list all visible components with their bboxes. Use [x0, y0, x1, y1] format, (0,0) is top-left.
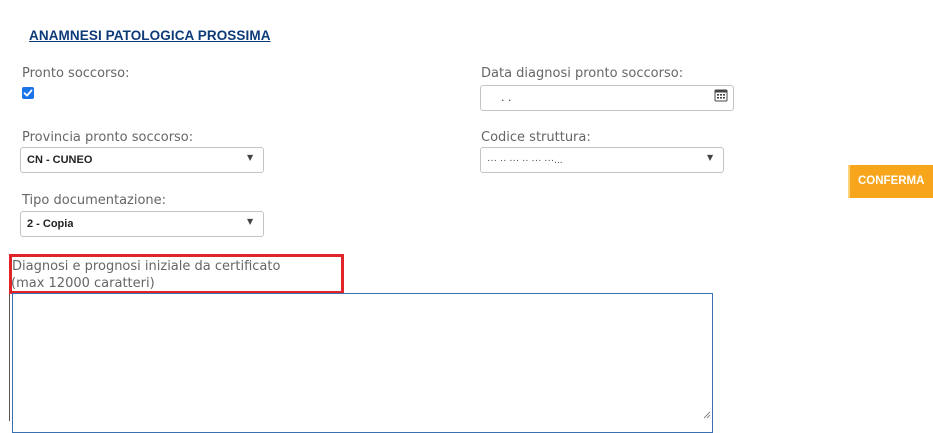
data-diagnosi-label: Data diagnosi pronto soccorso: [481, 66, 684, 81]
form-panel: ANAMNESI PATOLOGICA PROSSIMA Pronto socc… [0, 0, 933, 433]
data-diagnosi-value: . . [501, 91, 512, 104]
tipo-documentazione-select[interactable]: 2 - Copia ▼ [20, 211, 264, 237]
provincia-label: Provincia pronto soccorso: [22, 130, 194, 145]
resize-handle-icon[interactable] [703, 411, 711, 419]
tipo-documentazione-label: Tipo documentazione: [22, 193, 167, 208]
dropdown-arrow-icon: ▼ [247, 153, 254, 162]
section-title: ANAMNESI PATOLOGICA PROSSIMA [29, 28, 271, 43]
highlight-annotation [9, 254, 344, 294]
pronto-soccorso-label: Pronto soccorso: [22, 66, 130, 81]
pronto-soccorso-checkbox[interactable] [22, 87, 34, 99]
diagnosi-textarea[interactable] [12, 293, 713, 433]
codice-struttura-label: Codice struttura: [481, 130, 591, 145]
provincia-value: CN - CUNEO [27, 154, 93, 166]
dropdown-arrow-icon: ▼ [707, 153, 714, 162]
data-diagnosi-input[interactable]: . . [480, 85, 734, 111]
provincia-select[interactable]: CN - CUNEO ▼ [20, 147, 264, 173]
checkmark-icon [23, 89, 33, 97]
dropdown-arrow-icon: ▼ [247, 217, 254, 226]
codice-struttura-select[interactable]: ··· ·· ··· ·· ··· ···... ▼ [480, 147, 724, 173]
left-divider [9, 294, 10, 421]
calendar-icon[interactable] [714, 88, 728, 102]
codice-struttura-value: ··· ·· ··· ·· ··· ···... [487, 155, 563, 166]
tipo-documentazione-value: 2 - Copia [27, 218, 74, 230]
confirm-button[interactable]: CONFERMA [848, 165, 933, 198]
